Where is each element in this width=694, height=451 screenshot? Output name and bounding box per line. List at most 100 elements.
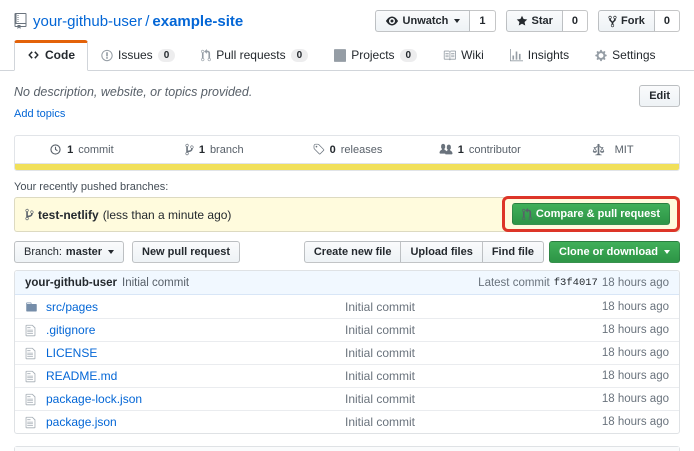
- recently-pushed-heading: Your recently pushed branches:: [14, 181, 680, 193]
- tag-icon: [312, 143, 325, 156]
- latest-commit-info: Latest commit f3f4017 18 hours ago: [478, 277, 669, 289]
- stat-label: contributor: [469, 144, 521, 156]
- tab-issues[interactable]: Issues 0: [88, 40, 188, 71]
- unwatch-button[interactable]: Unwatch: [375, 10, 471, 32]
- tab-pull-requests[interactable]: Pull requests 0: [188, 40, 321, 71]
- repo-social-actions: Unwatch 1 Star 0 Fork 0: [375, 10, 680, 32]
- branch-select-value: master: [66, 245, 102, 259]
- stat-count: 1: [458, 144, 464, 156]
- repo-name-link[interactable]: example-site: [152, 13, 243, 30]
- watch-group: Unwatch 1: [375, 10, 496, 32]
- find-file-button[interactable]: Find file: [483, 241, 544, 263]
- pushed-branch-link[interactable]: test-netlify: [38, 208, 99, 222]
- repo-owner-link[interactable]: your-github-user: [33, 13, 142, 30]
- star-count[interactable]: 0: [563, 10, 588, 32]
- file-commit-time: 18 hours ago: [602, 347, 669, 359]
- file-commit-message[interactable]: Initial commit: [345, 323, 602, 337]
- stat-count: 1: [199, 144, 205, 156]
- file-commit-time: 18 hours ago: [602, 370, 669, 382]
- watch-count[interactable]: 1: [470, 10, 495, 32]
- stat-contributors[interactable]: 1 contributor: [413, 136, 546, 163]
- clone-or-download-label: Clone or download: [559, 245, 658, 259]
- contributors-icon: [439, 143, 453, 156]
- chevron-down-icon: [454, 19, 460, 23]
- branch-notice: test-netlify (less than a minute ago) Co…: [14, 197, 680, 232]
- tab-label: Wiki: [461, 48, 484, 62]
- language-bar[interactable]: [15, 164, 679, 170]
- readme-header: README.md: [15, 447, 679, 451]
- file-name-link[interactable]: .gitignore: [46, 323, 345, 337]
- clone-or-download-button[interactable]: Clone or download: [549, 241, 680, 263]
- tab-wiki[interactable]: Wiki: [430, 40, 497, 71]
- description-section: No description, website, or topics provi…: [14, 85, 680, 122]
- fork-label: Fork: [621, 14, 645, 28]
- file-name-link[interactable]: LICENSE: [46, 346, 345, 360]
- file-commit-message[interactable]: Initial commit: [345, 415, 602, 429]
- edit-description-button[interactable]: Edit: [639, 85, 680, 107]
- file-commit-time: 18 hours ago: [602, 324, 669, 336]
- new-pull-request-button[interactable]: New pull request: [132, 241, 240, 263]
- file-commit-message[interactable]: Initial commit: [345, 392, 602, 406]
- tab-insights[interactable]: Insights: [497, 40, 582, 71]
- branch-select-prefix: Branch:: [24, 245, 62, 259]
- wiki-icon: [443, 49, 456, 62]
- tab-projects[interactable]: Projects 0: [321, 40, 430, 71]
- file-name-link[interactable]: README.md: [46, 369, 345, 383]
- file-row: README.md Initial commit 18 hours ago: [15, 364, 679, 387]
- toolbar-right-group: Create new file Upload files Find file C…: [304, 241, 680, 263]
- chevron-down-icon: [108, 250, 114, 254]
- stat-count: 0: [330, 144, 336, 156]
- file-name-link[interactable]: src/pages: [46, 300, 345, 314]
- tab-count-badge: 0: [291, 49, 309, 62]
- folder-icon: [25, 301, 38, 313]
- file-icon: [25, 347, 36, 360]
- fork-group: Fork 0: [598, 10, 680, 32]
- file-icon: [25, 324, 36, 337]
- pull-request-icon: [522, 208, 532, 221]
- gear-icon: [595, 49, 607, 62]
- file-commit-message[interactable]: Initial commit: [345, 300, 602, 314]
- commit-author-link[interactable]: your-github-user: [25, 277, 117, 289]
- tab-code[interactable]: Code: [14, 40, 88, 71]
- file-row: package-lock.json Initial commit 18 hour…: [15, 387, 679, 410]
- tab-count-badge: 0: [400, 49, 418, 62]
- stat-branches[interactable]: 1 branch: [148, 136, 281, 163]
- stat-license[interactable]: MIT: [546, 136, 679, 163]
- annotation-highlight-box: Compare & pull request: [502, 196, 680, 232]
- file-row: .gitignore Initial commit 18 hours ago: [15, 318, 679, 341]
- repo-stats: 1 commit 1 branch 0 releases 1 contribut…: [15, 136, 679, 164]
- branch-icon: [25, 208, 34, 221]
- stat-label: releases: [341, 144, 383, 156]
- commit-hash-link[interactable]: f3f4017: [554, 277, 598, 289]
- file-commit-time: 18 hours ago: [602, 393, 669, 405]
- tab-label: Code: [45, 48, 75, 62]
- branch-select-button[interactable]: Branch: master: [14, 241, 124, 263]
- file-commit-message[interactable]: Initial commit: [345, 346, 602, 360]
- file-commit-message[interactable]: Initial commit: [345, 369, 602, 383]
- unwatch-label: Unwatch: [403, 14, 449, 28]
- fork-button[interactable]: Fork: [598, 10, 655, 32]
- latest-commit-prefix: Latest commit: [478, 277, 550, 289]
- add-topics-link[interactable]: Add topics: [14, 108, 65, 120]
- commit-message-link[interactable]: Initial commit: [122, 277, 189, 289]
- latest-commit-bar: your-github-user Initial commit Latest c…: [15, 271, 679, 295]
- tab-settings[interactable]: Settings: [582, 40, 668, 71]
- stat-releases[interactable]: 0 releases: [281, 136, 414, 163]
- create-new-file-button[interactable]: Create new file: [304, 241, 402, 263]
- law-icon: [592, 143, 605, 156]
- stat-label: MIT: [615, 144, 634, 156]
- insights-icon: [510, 49, 523, 62]
- upload-files-button[interactable]: Upload files: [401, 241, 482, 263]
- fork-count[interactable]: 0: [655, 10, 680, 32]
- file-name-link[interactable]: package-lock.json: [46, 392, 345, 406]
- file-name-link[interactable]: package.json: [46, 415, 345, 429]
- file-icon: [25, 370, 36, 383]
- tab-label: Insights: [528, 48, 569, 62]
- branch-icon: [185, 143, 194, 156]
- issue-icon: [101, 49, 113, 62]
- repo-icon: [14, 13, 27, 29]
- star-button[interactable]: Star: [506, 10, 563, 32]
- tab-label: Settings: [612, 48, 655, 62]
- stat-commits[interactable]: 1 commit: [15, 136, 148, 163]
- compare-pull-request-button[interactable]: Compare & pull request: [512, 203, 670, 225]
